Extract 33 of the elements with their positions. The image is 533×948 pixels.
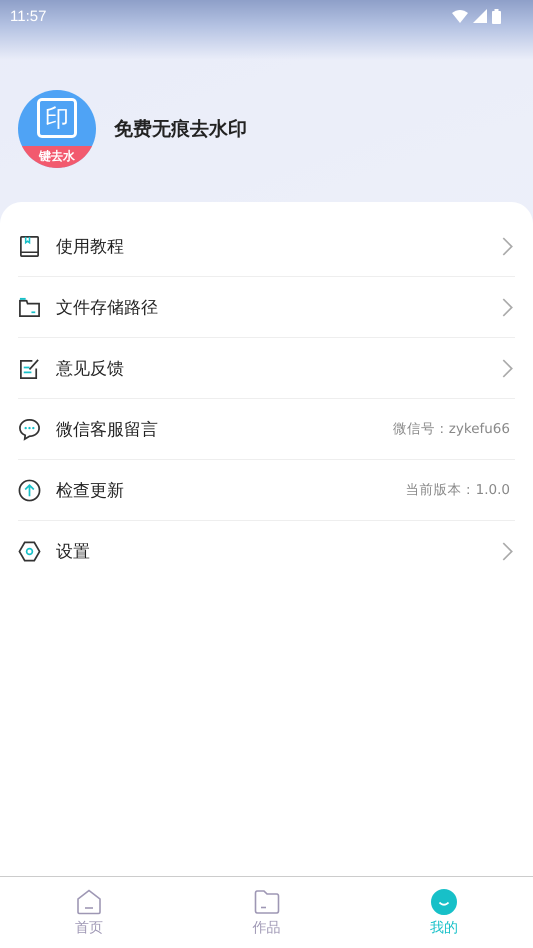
signal-icon xyxy=(473,9,487,23)
menu-item[interactable]: 意见反馈 xyxy=(18,338,515,399)
menu-label: 微信客服留言 xyxy=(56,418,159,440)
menu-item[interactable]: 检查更新 当前版本：1.0.0 xyxy=(18,460,515,521)
upload-icon xyxy=(18,478,41,502)
app-logo: 印 键去水 xyxy=(18,90,96,168)
chevron-right-icon xyxy=(502,542,513,560)
menu-label: 使用教程 xyxy=(56,236,125,258)
menu-item[interactable]: 微信客服留言 微信号：zykefu66 xyxy=(18,399,515,460)
wifi-icon xyxy=(452,10,468,22)
settings-icon xyxy=(18,540,41,562)
menu-value: 当前版本：1.0.0 xyxy=(406,481,510,499)
menu-item[interactable]: 文件存储路径 xyxy=(18,277,515,338)
profile-name: 免费无痕去水印 xyxy=(114,117,247,142)
chat-icon xyxy=(18,418,41,440)
status-time: 11:57 xyxy=(10,8,46,24)
chevron-right-icon xyxy=(502,298,513,316)
menu-label: 文件存储路径 xyxy=(56,296,159,318)
folder-icon xyxy=(18,296,41,318)
chevron-right-icon xyxy=(502,236,513,256)
book-icon xyxy=(18,234,41,258)
menu-item[interactable]: 使用教程 xyxy=(18,216,515,277)
folder-icon xyxy=(254,889,280,915)
menu-label: 设置 xyxy=(56,540,91,562)
menu-value: 微信号：zykefu66 xyxy=(392,420,510,438)
battery-icon xyxy=(492,8,501,24)
menu-label: 检查更新 xyxy=(56,480,125,502)
menu-label: 意见反馈 xyxy=(56,358,125,380)
home-icon xyxy=(76,889,102,915)
chevron-right-icon xyxy=(502,358,513,378)
smile-icon xyxy=(431,889,458,915)
edit-icon xyxy=(18,356,41,380)
menu-item[interactable]: 设置 xyxy=(18,521,515,581)
